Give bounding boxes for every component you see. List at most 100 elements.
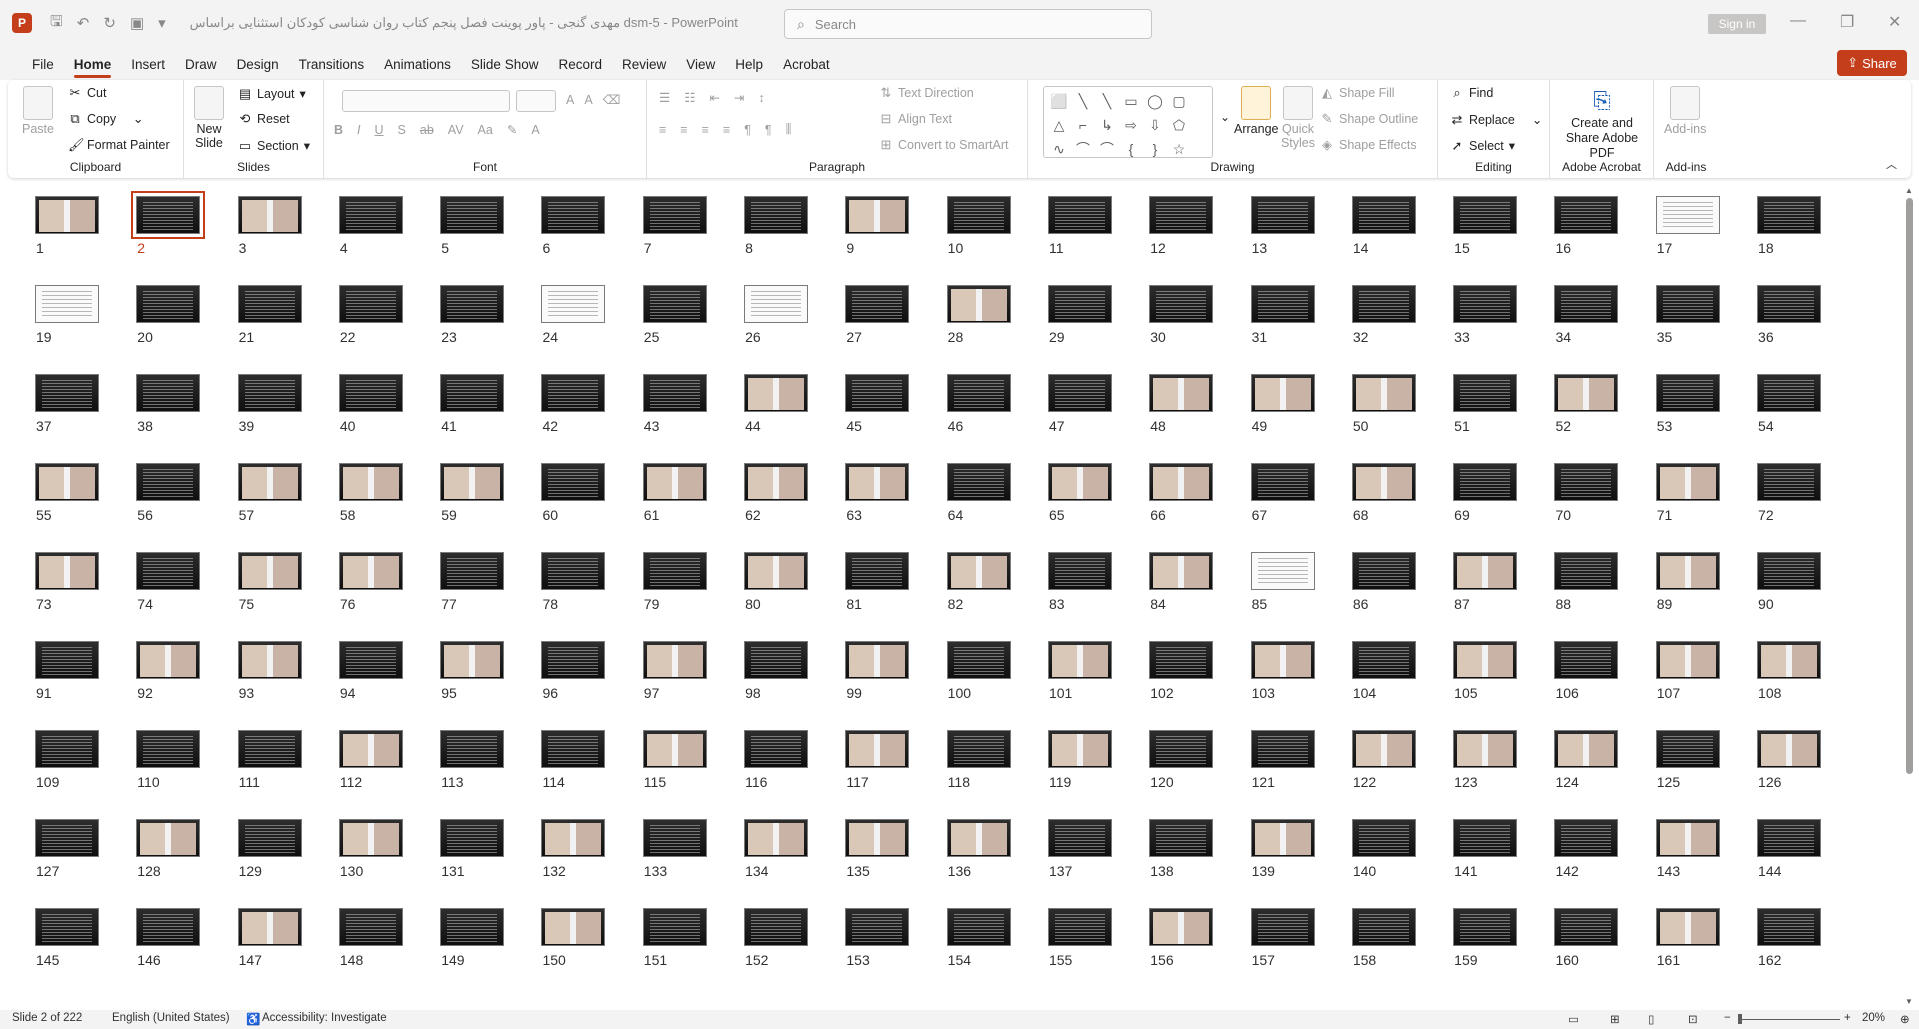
pentagon-shape-icon[interactable]: ⬠	[1168, 114, 1190, 136]
slide-thumbnail-item[interactable]: 74	[135, 552, 236, 641]
slide-thumbnail-item[interactable]: 107	[1655, 641, 1756, 730]
tab-transitions[interactable]: Transitions	[289, 57, 375, 80]
slide-thumbnail-item[interactable]: 79	[642, 552, 743, 641]
slide-thumbnail[interactable]	[440, 463, 505, 501]
search-input[interactable]: ⌕ Search	[784, 9, 1152, 39]
slide-thumbnail[interactable]	[136, 285, 201, 323]
slide-thumbnail-item[interactable]: 43	[642, 374, 743, 463]
slide-thumbnail[interactable]	[136, 641, 201, 679]
slide-thumbnail-item[interactable]: 102	[1148, 641, 1249, 730]
slide-thumbnail-item[interactable]: 158	[1351, 908, 1452, 997]
slide-thumbnail-item[interactable]: 49	[1250, 374, 1351, 463]
slide-thumbnail[interactable]	[35, 730, 99, 768]
slide-thumbnail-item[interactable]: 69	[1452, 463, 1553, 552]
tab-animations[interactable]: Animations	[374, 57, 461, 80]
slide-thumbnail-item[interactable]: 119	[1047, 730, 1148, 819]
slide-thumbnail[interactable]	[338, 285, 403, 323]
slide-thumbnail-item[interactable]: 56	[135, 463, 236, 552]
slide-thumbnail-item[interactable]: 94	[338, 641, 439, 730]
slide-thumbnail[interactable]	[1453, 819, 1518, 857]
slide-thumbnail-item[interactable]: 154	[946, 908, 1047, 997]
slide-thumbnail[interactable]	[1655, 285, 1720, 323]
cut-button[interactable]: ✂ Cut	[68, 86, 107, 101]
shapes-gallery[interactable]: ⬜ ╲ ╲ ▭ ◯ ▢ △ ⌐ ↳ ⇨ ⇩ ⬠ ∿ ⌒ ⌒ { } ☆	[1043, 86, 1213, 158]
tab-record[interactable]: Record	[548, 57, 612, 80]
ltr-icon[interactable]: ¶	[765, 123, 772, 137]
slide-thumbnail-item[interactable]: 30	[1148, 285, 1249, 374]
slide-thumbnail[interactable]	[1554, 196, 1619, 234]
slide-thumbnail[interactable]	[440, 908, 505, 946]
shadow-button[interactable]: S	[398, 123, 406, 137]
slide-thumbnail-item[interactable]: 31	[1250, 285, 1351, 374]
slide-thumbnail-item[interactable]: 62	[743, 463, 844, 552]
slide-thumbnail-item[interactable]: 98	[743, 641, 844, 730]
slide-thumbnail[interactable]	[237, 819, 302, 857]
slide-thumbnail[interactable]	[136, 908, 201, 946]
slide-thumbnail-item[interactable]: 4	[338, 196, 439, 285]
slide-thumbnail[interactable]	[845, 819, 910, 857]
copy-button[interactable]: ⧉ Copy ⌄	[68, 112, 145, 127]
slide-thumbnail[interactable]	[1453, 196, 1518, 234]
slide-thumbnail[interactable]	[744, 285, 809, 323]
down-arrow-shape-icon[interactable]: ⇩	[1144, 114, 1166, 136]
slide-thumbnail[interactable]	[1149, 641, 1214, 679]
slide-thumbnail[interactable]	[1250, 374, 1315, 412]
slide-thumbnail[interactable]	[642, 196, 707, 234]
slide-thumbnail-item[interactable]: 104	[1351, 641, 1452, 730]
slide-thumbnail-item[interactable]: 123	[1452, 730, 1553, 819]
slide-thumbnail-item[interactable]: 136	[946, 819, 1047, 908]
slide-thumbnail[interactable]	[1149, 819, 1214, 857]
clear-formatting-icon[interactable]: ⌫	[603, 92, 621, 107]
font-family-combo[interactable]	[342, 90, 510, 112]
slide-thumbnail[interactable]	[541, 819, 606, 857]
slide-thumbnail-item[interactable]: 72	[1756, 463, 1857, 552]
italic-button[interactable]: I	[357, 123, 360, 137]
slide-thumbnail[interactable]	[35, 374, 99, 412]
slide-thumbnail-item[interactable]: 80	[743, 552, 844, 641]
slide-thumbnail-item[interactable]: 26	[743, 285, 844, 374]
slide-thumbnail[interactable]	[845, 641, 910, 679]
slide-thumbnail-item[interactable]: 37	[34, 374, 135, 463]
slide-thumbnail[interactable]	[338, 463, 403, 501]
slide-thumbnail[interactable]	[1047, 819, 1112, 857]
slide-thumbnail-item[interactable]: 155	[1047, 908, 1148, 997]
accessibility-status[interactable]: Accessibility: Investigate	[262, 1012, 387, 1024]
oval-shape-icon[interactable]: ◯	[1144, 90, 1166, 112]
addins-button[interactable]: Add-ins	[1664, 86, 1706, 136]
arrange-button[interactable]: Arrange	[1234, 86, 1278, 136]
increase-indent-icon[interactable]: ⇥	[734, 90, 744, 105]
slide-thumbnail[interactable]	[1149, 552, 1214, 590]
slide-thumbnail-item[interactable]: 40	[338, 374, 439, 463]
slide-thumbnail[interactable]	[642, 552, 707, 590]
slide-thumbnail[interactable]	[845, 552, 910, 590]
slide-thumbnail[interactable]	[541, 908, 606, 946]
slide-thumbnail[interactable]	[35, 552, 99, 590]
slide-thumbnail-item[interactable]: 96	[540, 641, 641, 730]
line-shape-icon[interactable]: ╲	[1072, 90, 1094, 112]
slide-thumbnail-item[interactable]: 24	[540, 285, 641, 374]
slide-thumbnail[interactable]	[1351, 552, 1416, 590]
slide-thumbnail[interactable]	[35, 819, 99, 857]
slide-thumbnail[interactable]	[744, 196, 809, 234]
slide-thumbnail[interactable]	[35, 285, 99, 323]
slide-thumbnail-item[interactable]: 27	[844, 285, 945, 374]
slide-thumbnail[interactable]	[35, 641, 99, 679]
rounded-rect-shape-icon[interactable]: ▢	[1168, 90, 1190, 112]
zoom-out-icon[interactable]: −	[1724, 1012, 1731, 1024]
slide-thumbnail[interactable]	[1453, 641, 1518, 679]
tab-insert[interactable]: Insert	[121, 57, 175, 80]
elbow-arrow-shape-icon[interactable]: ↳	[1096, 114, 1118, 136]
slide-thumbnail-item[interactable]: 5	[439, 196, 540, 285]
slide-thumbnail[interactable]	[1351, 196, 1416, 234]
slide-thumbnail-item[interactable]: 124	[1553, 730, 1654, 819]
slide-thumbnail-item[interactable]: 23	[439, 285, 540, 374]
convert-smartart-button[interactable]: ⊞ Convert to SmartArt	[879, 138, 1009, 153]
slide-thumbnail[interactable]	[1047, 641, 1112, 679]
slide-thumbnail[interactable]	[1351, 819, 1416, 857]
slide-thumbnail-item[interactable]: 161	[1655, 908, 1756, 997]
slide-thumbnail-item[interactable]: 128	[135, 819, 236, 908]
slide-thumbnail[interactable]	[1047, 552, 1112, 590]
slide-thumbnail-item[interactable]: 89	[1655, 552, 1756, 641]
slide-thumbnail-item[interactable]: 95	[439, 641, 540, 730]
triangle-shape-icon[interactable]: △	[1048, 114, 1070, 136]
